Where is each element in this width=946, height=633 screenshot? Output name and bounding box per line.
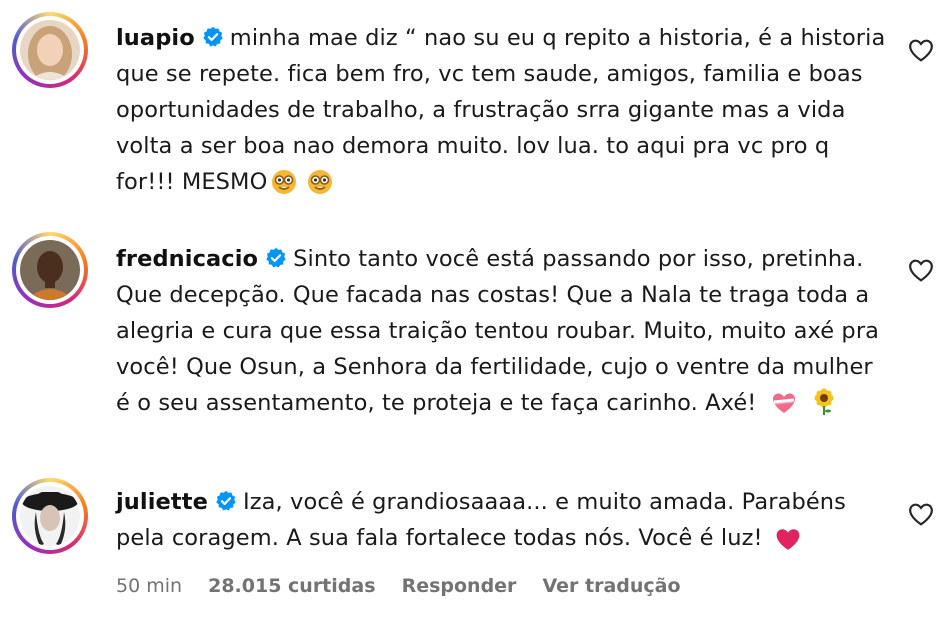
sunflower-emoji xyxy=(812,388,836,427)
heart-with-ribbon-emoji xyxy=(770,390,798,427)
verified-badge-icon xyxy=(266,247,286,268)
comment-body: juliette Iza, você é grandiosaaaa... e mu… xyxy=(116,484,886,562)
timestamp: 50 min xyxy=(116,575,183,597)
comment-text: minha mae diz “ nao su eu q repito a his… xyxy=(116,25,886,195)
verified-badge-icon xyxy=(216,490,236,511)
username[interactable]: luapio xyxy=(116,25,195,51)
verified-badge-icon xyxy=(203,26,223,47)
like-heart-icon[interactable] xyxy=(908,38,934,62)
reply-button[interactable]: Responder xyxy=(402,575,517,597)
nerd-face-emoji xyxy=(271,169,297,206)
comment-body: frednicacio Sinto tanto você está passand… xyxy=(116,241,886,427)
nerd-face-emoji xyxy=(307,169,333,206)
avatar[interactable] xyxy=(12,12,88,88)
likes-count[interactable]: 28.015 curtidas xyxy=(208,575,375,597)
comment-body: luapio minha mae diz “ nao su eu q repito… xyxy=(116,20,886,206)
like-heart-icon[interactable] xyxy=(908,258,934,282)
username[interactable]: juliette xyxy=(116,489,208,515)
avatar[interactable] xyxy=(12,232,88,308)
username[interactable]: frednicacio xyxy=(116,246,258,272)
see-translation-button[interactable]: Ver tradução xyxy=(542,575,680,597)
avatar[interactable] xyxy=(12,478,88,554)
like-heart-icon[interactable] xyxy=(908,502,934,526)
red-heart-emoji xyxy=(775,526,801,562)
comment-meta: 50 min 28.015 curtidas Responder Ver tra… xyxy=(116,575,701,597)
